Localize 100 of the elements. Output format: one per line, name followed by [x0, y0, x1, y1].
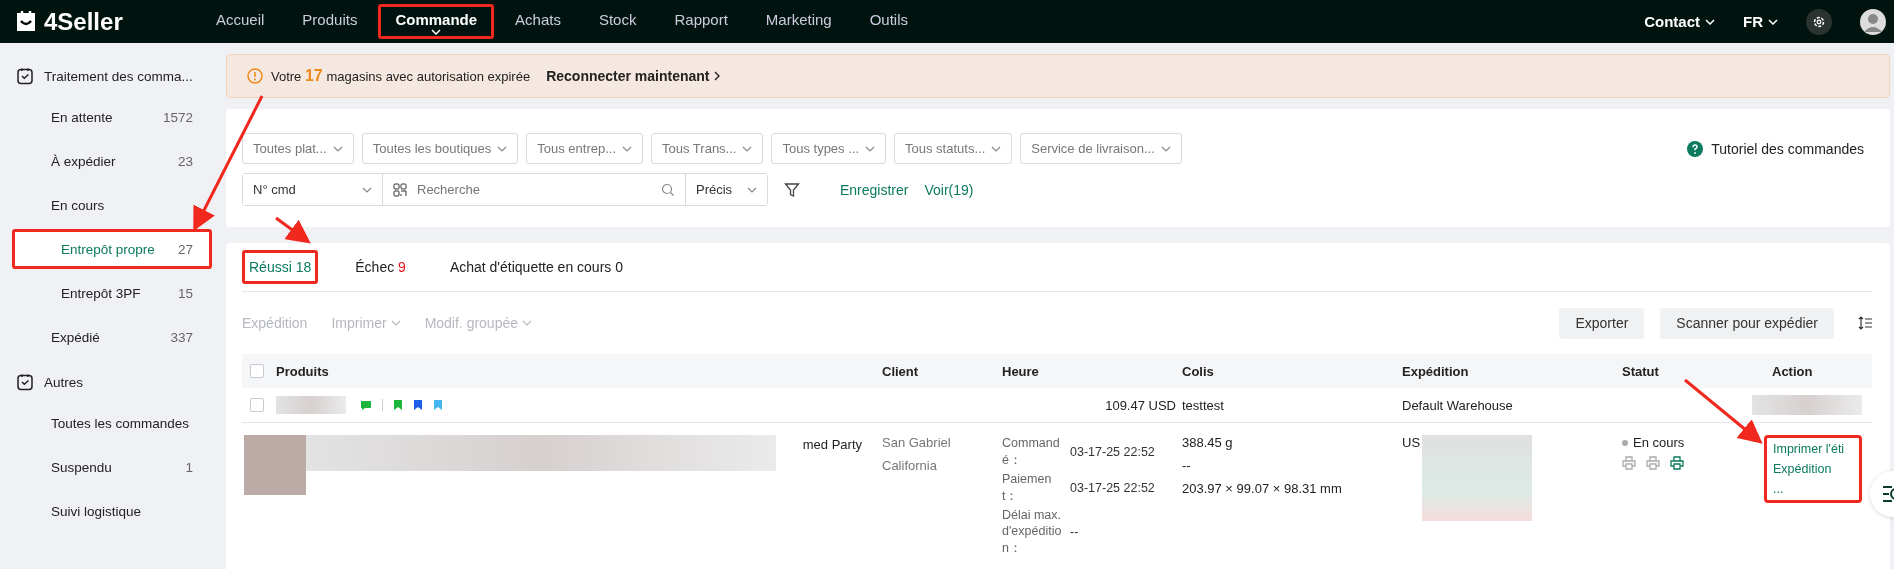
toolbar-button[interactable]: Scanner pour expédier: [1660, 307, 1834, 339]
caret-icon: [865, 145, 876, 152]
caret-icon: [747, 186, 757, 193]
product-title: med Party: [802, 437, 862, 452]
sidebar-item[interactable]: Suspendu 1: [12, 447, 212, 487]
search-type-dropdown[interactable]: N° cmd: [243, 174, 383, 205]
view-link[interactable]: Voir(19): [924, 181, 974, 198]
checkbox[interactable]: [250, 398, 264, 412]
qr-code-icon: [393, 182, 407, 197]
caret-icon: [390, 320, 401, 326]
shipping-country: US: [1402, 435, 1421, 450]
tutorial-link[interactable]: Tutoriel des commandes: [1687, 140, 1874, 157]
action-link[interactable]: Imprimer l'éti: [1773, 442, 1853, 456]
nav-item[interactable]: Marketing: [748, 4, 849, 39]
column-header: Statut: [1622, 363, 1660, 379]
nav-item[interactable]: Accueil: [199, 4, 282, 39]
bag-icon: [14, 10, 38, 33]
filter-dropdown[interactable]: Tous entrep...: [526, 133, 644, 164]
action-link[interactable]: ...: [1773, 482, 1853, 496]
order-amount: 109.47 USD: [1104, 397, 1177, 413]
sort-list-icon[interactable]: [1858, 316, 1872, 330]
help-icon: [1687, 140, 1704, 157]
settings-icon[interactable]: [1806, 8, 1832, 35]
filter-dropdown[interactable]: Toutes les boutiques: [361, 133, 519, 164]
package-info: --: [1182, 458, 1192, 473]
top-menu[interactable]: FR: [1743, 13, 1778, 30]
logo-text: 4Seller: [44, 7, 123, 36]
package-info: 388.45 g: [1182, 435, 1234, 450]
clipboard-icon: [16, 67, 34, 85]
nav-item[interactable]: Commande: [378, 4, 495, 39]
time-value: 03-17-25 22:52: [1070, 444, 1156, 459]
filter-dropdown[interactable]: Tous Trans...: [651, 133, 764, 164]
action-link[interactable]: Expédition: [1773, 462, 1853, 476]
caret-icon: [742, 145, 753, 152]
warning-icon: [247, 68, 263, 84]
time-label: Délai max. d'expédition：: [1002, 506, 1062, 558]
sidebar-item[interactable]: Entrepôt propre 27: [12, 229, 212, 269]
column-header: Produits: [276, 363, 330, 379]
avatar-icon[interactable]: [1860, 8, 1886, 35]
column-header: Heure: [1002, 363, 1040, 379]
toolbar-button[interactable]: Exporter: [1559, 307, 1645, 339]
caret-icon: [622, 145, 633, 152]
column-header: Client: [882, 363, 920, 379]
time-label: Paiement：: [1002, 470, 1053, 505]
printer-icon[interactable]: [1670, 456, 1684, 470]
caret-icon: [522, 320, 533, 326]
reconnect-link[interactable]: Reconnecter maintenant: [546, 68, 720, 84]
chevron-icon: [713, 71, 720, 81]
checkbox[interactable]: [250, 364, 264, 378]
filter-icon[interactable]: [784, 181, 800, 198]
sidebar-item[interactable]: En cours: [12, 185, 212, 225]
caret-icon: [362, 186, 372, 193]
package-name: testtest: [1182, 397, 1225, 413]
caret-icon: [497, 145, 508, 152]
caret-icon: [332, 145, 343, 152]
nav-item[interactable]: Stock: [581, 4, 654, 39]
caret-icon: [1768, 18, 1778, 25]
blurred-area: [276, 396, 346, 414]
view-link[interactable]: Enregistrer: [840, 181, 909, 198]
status-label: En cours: [1622, 435, 1772, 450]
top-menu[interactable]: Contact: [1644, 13, 1715, 30]
status-tab[interactable]: Échec 9: [348, 250, 413, 284]
caret-icon: [1705, 18, 1715, 25]
sidebar-item[interactable]: Entrepôt 3PF 15: [12, 273, 212, 313]
banner-message: Votre 17 magasins avec autorisation expirée: [271, 67, 531, 85]
time-value: 03-17-25 22:52: [1070, 480, 1156, 495]
filter-dropdown[interactable]: Tous types ...: [771, 133, 887, 164]
filter-dropdown[interactable]: Toutes plat...: [242, 133, 354, 164]
caret-icon: [431, 29, 442, 35]
filter-dropdown[interactable]: Tous statuts...: [894, 133, 1013, 164]
sidebar-item[interactable]: À expédier 23: [12, 141, 212, 181]
nav-item[interactable]: Produits: [285, 4, 375, 39]
column-header: Expédition: [1402, 363, 1470, 379]
caret-icon: [991, 145, 1002, 152]
sidebar-section-title: Autres: [44, 374, 84, 390]
time-label: Commandé：: [1002, 435, 1061, 469]
nav-item[interactable]: Outils: [852, 4, 926, 39]
clipboard-icon: [16, 373, 34, 391]
status-tab[interactable]: Réussi 18: [242, 250, 319, 284]
time-value: --: [1070, 524, 1080, 539]
package-info: 203.97 × 99.07 × 98.31 mm: [1182, 481, 1343, 496]
column-header: Action: [1772, 363, 1814, 379]
status-tab[interactable]: Achat d'étiquette en cours 0: [442, 250, 630, 284]
sidebar-section-title: Traitement des comma...: [44, 68, 193, 84]
search-icon[interactable]: [661, 182, 675, 197]
client-address: San Gabriel: [882, 435, 952, 450]
nav-item[interactable]: Achats: [498, 4, 578, 39]
sidebar-item[interactable]: Expédié 337: [12, 317, 212, 357]
sidebar-item[interactable]: En attente 1572: [12, 97, 212, 137]
warehouse-name: Default Warehouse: [1402, 397, 1514, 413]
sidebar-item[interactable]: Suivi logistique: [12, 491, 212, 531]
column-header: Colis: [1182, 363, 1215, 379]
sidebar-item[interactable]: Toutes les commandes: [12, 403, 212, 443]
photo-placeholder: [244, 435, 306, 495]
caret-icon: [1160, 145, 1171, 152]
client-address: California: [882, 458, 938, 473]
nav-item[interactable]: Rapport: [657, 4, 745, 39]
match-dropdown[interactable]: Précis: [685, 174, 767, 205]
annotation-arrow: [275, 216, 311, 244]
filter-dropdown[interactable]: Service de livraison...: [1020, 133, 1182, 164]
